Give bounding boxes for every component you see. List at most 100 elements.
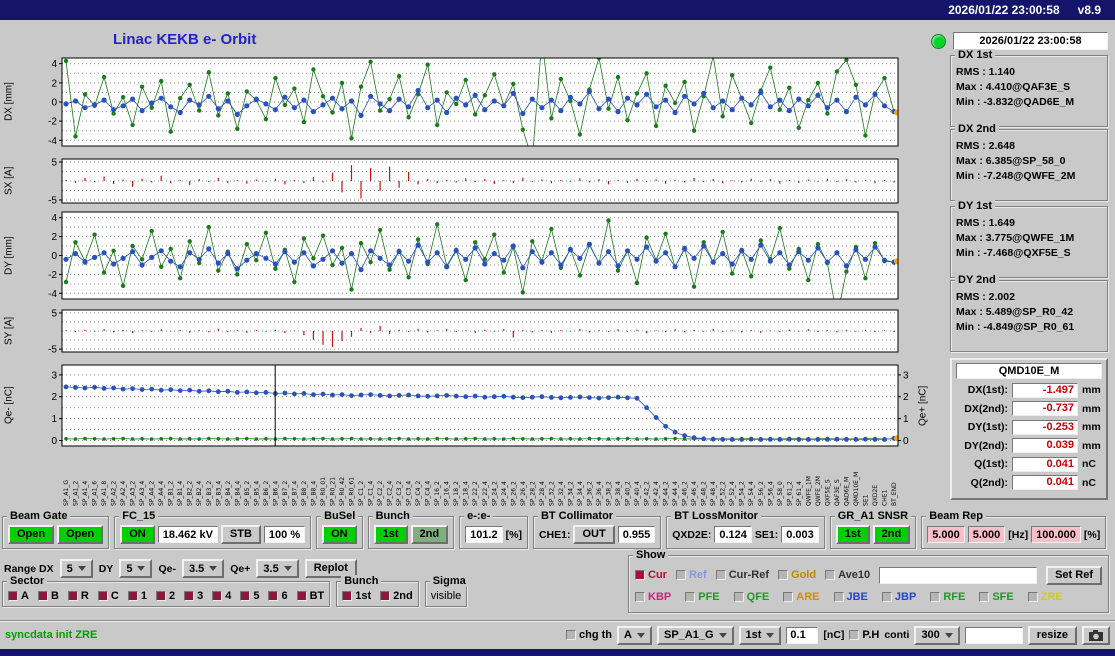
interval-select[interactable]: 300 (914, 625, 960, 645)
gold-checkbox[interactable] (778, 570, 789, 580)
sector-1-checkbox[interactable] (127, 591, 138, 601)
sx-steering-chart[interactable]: 5 -5 (28, 158, 918, 204)
chg-th-checkbox[interactable] (566, 630, 577, 640)
ref-checkbox[interactable] (675, 570, 686, 580)
svg-text:SP_36_4: SP_36_4 (596, 481, 603, 506)
svg-text:SP_42_4: SP_42_4 (653, 481, 660, 506)
are-checkbox[interactable] (783, 592, 794, 602)
sector-4-checkbox[interactable] (212, 591, 223, 601)
snsr-1st-button[interactable]: 1st (835, 525, 870, 544)
dy-axis-label: DY [mm] (3, 236, 15, 275)
qfe-checkbox[interactable] (733, 592, 744, 602)
ee-ratio-field: 101.2 (465, 526, 503, 543)
show-gold-item: Gold (778, 569, 816, 581)
snapshot-button[interactable] (1082, 625, 1110, 645)
jbp-checkbox[interactable] (881, 592, 892, 602)
sector-b-checkbox[interactable] (37, 591, 48, 601)
che1-out-button[interactable]: OUT (573, 525, 615, 544)
snsr-2nd-button[interactable]: 2nd (872, 525, 911, 544)
range-qem-select[interactable]: 3.5 (181, 559, 225, 578)
bunch-1st-button[interactable]: 1st (373, 525, 408, 544)
svg-text:SP_C2_4: SP_C2_4 (387, 481, 394, 506)
resize-button[interactable]: resize (1027, 625, 1077, 645)
group-title: BT LossMonitor (671, 510, 761, 522)
chg-th-item: chg th (566, 629, 612, 641)
kbp-checkbox[interactable] (635, 592, 645, 602)
bunch-1st-checkbox[interactable] (342, 591, 353, 601)
sfe-checkbox[interactable] (979, 592, 990, 602)
sigma-visible-toggle[interactable]: visible (431, 590, 462, 602)
bunch-2nd-checkbox[interactable] (380, 591, 391, 601)
selected-monitor-panel: QMD10E_M DX(1st): -1.497 mm DX(2nd): -0.737… (950, 358, 1108, 500)
rfe-checkbox[interactable] (930, 592, 941, 602)
jbe-checkbox[interactable] (833, 592, 844, 602)
ph-checkbox[interactable] (849, 630, 860, 640)
threshold-input[interactable] (786, 626, 819, 644)
busel-on-button[interactable]: ON (322, 525, 357, 544)
bunch-2nd-button[interactable]: 2nd (410, 525, 449, 544)
version: v8.9 (1077, 3, 1101, 17)
show-cur-ref-item: Cur-Ref (715, 569, 769, 581)
show-ave10-item: Ave10 (825, 569, 870, 581)
sector-6-checkbox[interactable] (268, 591, 279, 601)
dy-orbit-chart[interactable]: 4 2 0 -2 -4 (28, 211, 918, 300)
svg-text:SP_B5_2: SP_B5_2 (244, 481, 251, 506)
monitor-row-label: DY(2nd): (964, 439, 1008, 452)
show-zre-item: ZRE (1027, 591, 1063, 603)
stats-title: DY 1st (955, 200, 996, 212)
pfe-checkbox[interactable] (685, 592, 696, 602)
svg-text:QAD6E_M: QAD6E_M (843, 477, 850, 506)
jbp-label: JBP (894, 591, 917, 603)
sy-steering-chart[interactable]: 5 -5 (28, 309, 918, 353)
sector-a-checkbox[interactable] (8, 591, 18, 601)
svg-text:SP_56_4: SP_56_4 (767, 481, 774, 506)
beam-gate-open-1-button[interactable]: Open (8, 525, 55, 544)
are-label: ARE (796, 591, 820, 603)
bunch-select[interactable]: 1st (738, 625, 782, 645)
fc15-on-button[interactable]: ON (120, 525, 155, 544)
svg-text:SP_C3_2: SP_C3_2 (396, 481, 403, 506)
svg-text:SP_46_2: SP_46_2 (682, 481, 689, 506)
show-kbp-item: KBP (635, 591, 671, 603)
svg-text:0: 0 (903, 436, 909, 447)
svg-text:3: 3 (903, 370, 909, 381)
cur-checkbox[interactable] (635, 570, 645, 580)
stats-title: DX 1st (955, 49, 996, 61)
fc15-stb-button[interactable]: STB (220, 525, 261, 544)
sector-select[interactable]: A (617, 625, 652, 645)
svg-text:SP_C1_4: SP_C1_4 (368, 481, 375, 506)
extra-input[interactable] (964, 626, 1023, 644)
svg-text:SP_R0_01: SP_R0_01 (320, 477, 327, 506)
page-title: Linac KEKB e- Orbit (113, 31, 257, 48)
bunch-1st-item: 1st (342, 590, 371, 602)
cur-ref-checkbox[interactable] (715, 570, 726, 580)
set-ref-button[interactable]: Set Ref (1046, 565, 1102, 585)
ref-file-input[interactable] (879, 566, 1038, 584)
sector-c-checkbox[interactable] (97, 591, 108, 601)
group-title: Beam Gate (7, 510, 71, 522)
sector-5-checkbox[interactable] (240, 591, 251, 601)
charge-chart[interactable]: 3 2 1 0 3 2 1 0 (28, 364, 918, 447)
range-dx-label: Range DX (4, 562, 54, 575)
range-dy-select[interactable]: 5 (119, 559, 153, 578)
stats-rms: RMS : 2.648 (956, 140, 1015, 152)
range-qem-value: 3.5 (188, 562, 205, 575)
range-qep-select[interactable]: 3.5 (256, 559, 299, 578)
range-dx-select[interactable]: 5 (59, 559, 93, 578)
svg-text:SP_B4_2: SP_B4_2 (225, 481, 232, 506)
sector-bt-checkbox[interactable] (296, 591, 307, 601)
svg-text:SP_B8_4: SP_B8_4 (310, 481, 317, 506)
bpm-select[interactable]: SP_A1_G (656, 625, 734, 645)
svg-text:QXD2E: QXD2E (872, 485, 879, 506)
group-title: e-:e- (464, 510, 494, 522)
sector-2-label: 2 (168, 590, 176, 602)
zre-checkbox[interactable] (1027, 592, 1038, 602)
beam-gate-open-2-button[interactable]: Open (57, 525, 104, 544)
sector-3-checkbox[interactable] (184, 591, 195, 601)
ave10-checkbox[interactable] (825, 570, 836, 580)
dx-orbit-chart[interactable]: 4 2 0 -2 -4 (28, 57, 918, 147)
svg-text:SP_34_2: SP_34_2 (567, 481, 574, 506)
sector-r-checkbox[interactable] (67, 591, 78, 601)
title-bar: 2026/01/22 23:00:58 v8.9 (0, 0, 1115, 20)
sector-2-checkbox[interactable] (155, 591, 166, 601)
